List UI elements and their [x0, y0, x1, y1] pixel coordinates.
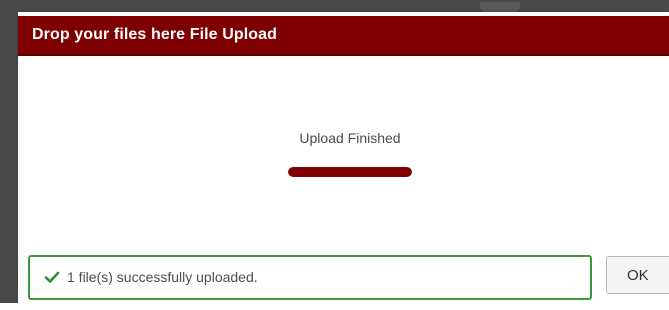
- backdrop-left: [0, 0, 18, 310]
- success-message-text: 1 file(s) successfully uploaded.: [67, 269, 258, 285]
- success-message-box: 1 file(s) successfully uploaded.: [28, 255, 592, 300]
- page-bottom-edge: [0, 303, 669, 310]
- upload-progress-bar: [288, 167, 412, 177]
- upload-progress-fill: [288, 167, 412, 177]
- upload-dialog: Drop your files here File Upload Upload …: [18, 12, 669, 303]
- backdrop-tab: [480, 2, 520, 12]
- screen: Drop your files here File Upload Upload …: [0, 0, 669, 310]
- ok-button[interactable]: OK: [606, 256, 669, 294]
- check-icon: [44, 271, 60, 283]
- dialog-title: Drop your files here File Upload: [32, 26, 278, 43]
- dialog-titlebar[interactable]: Drop your files here File Upload: [18, 16, 669, 56]
- backdrop: [0, 0, 669, 12]
- upload-status-text: Upload Finished: [299, 130, 401, 146]
